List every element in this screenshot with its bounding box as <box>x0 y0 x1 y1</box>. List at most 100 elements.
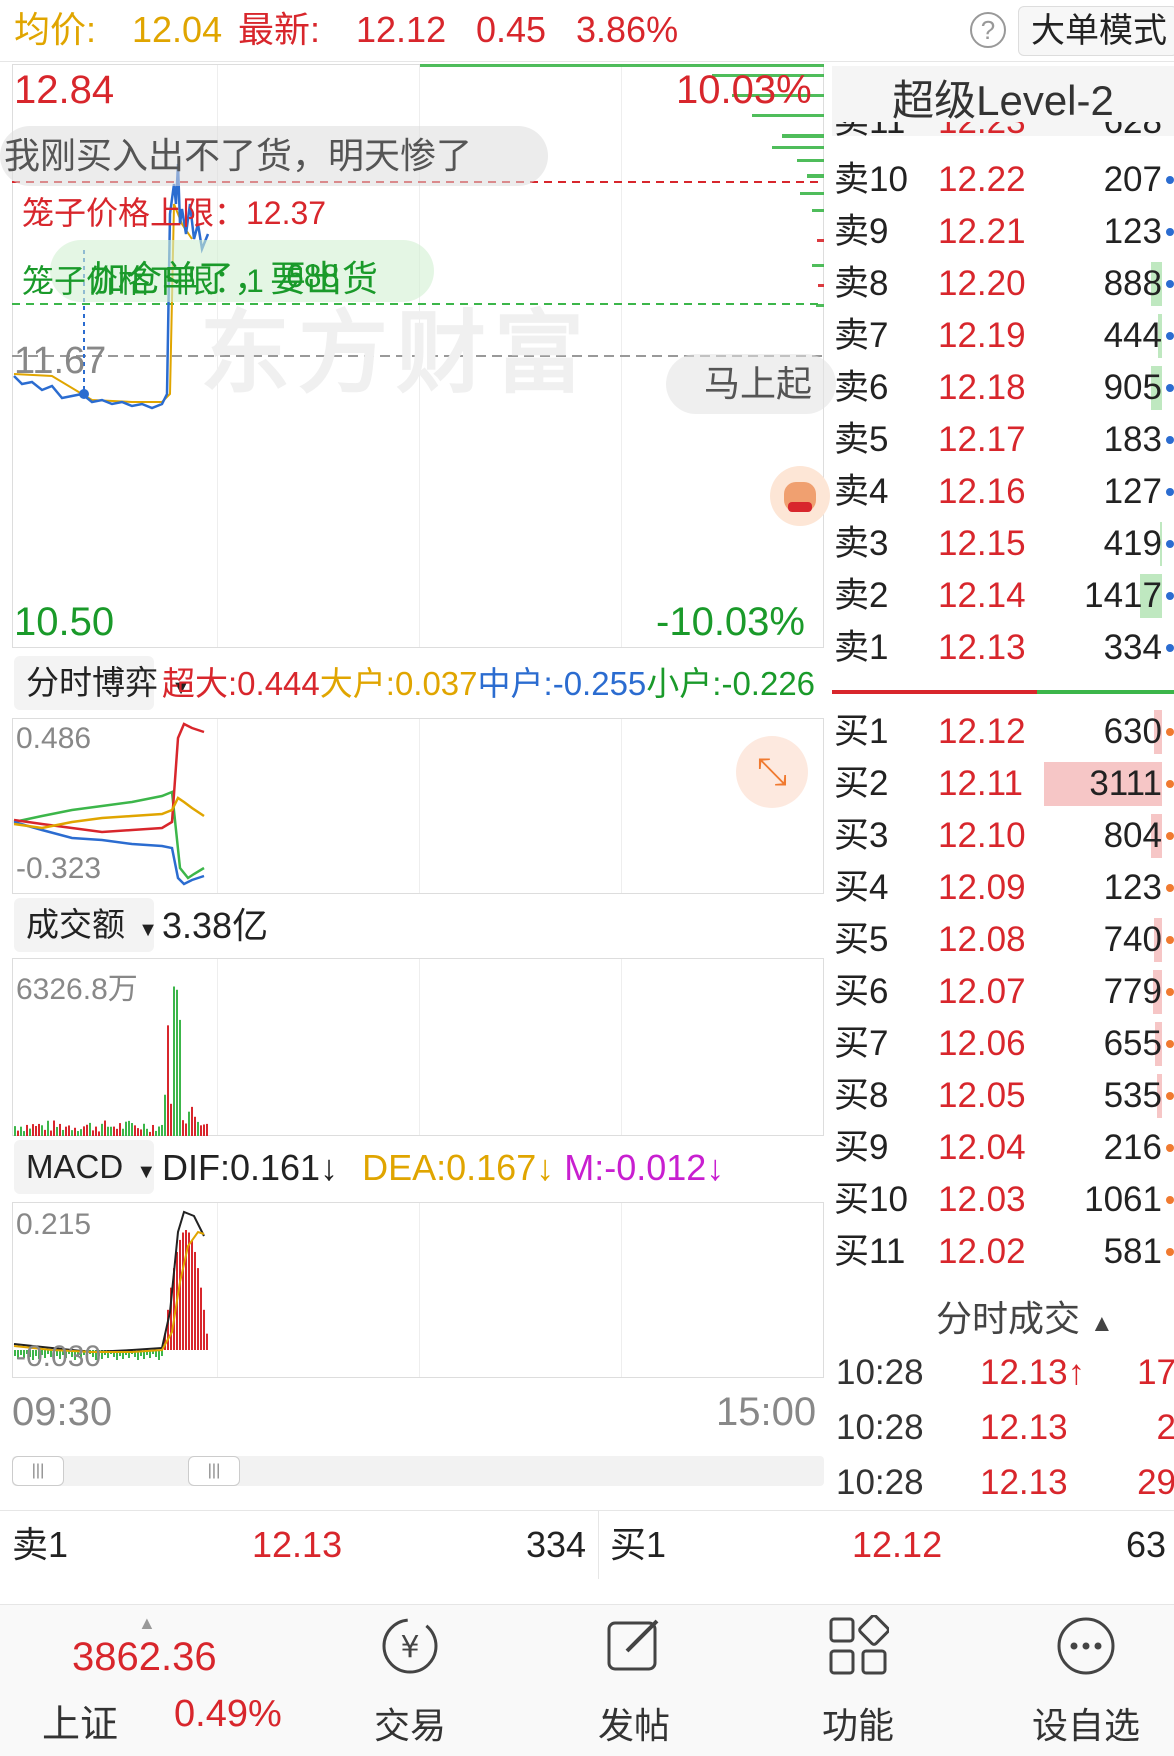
volume-bar <box>47 1120 49 1136</box>
ask-row[interactable]: 卖2 12.14 1417 <box>828 570 1174 622</box>
ask-row[interactable]: 卖7 12.19 444 <box>828 310 1174 362</box>
level-dot <box>1166 1248 1174 1256</box>
volume-bar <box>56 1126 58 1136</box>
volume-bar <box>158 1126 160 1136</box>
chevron-down-icon: ▼ <box>138 919 158 941</box>
level-name: 买7 <box>834 1024 889 1063</box>
bid-row[interactable]: 买7 12.06 655 <box>828 1018 1174 1070</box>
big-order-mode-button[interactable]: 大单模式 <box>1018 6 1174 56</box>
level-name: 买9 <box>834 1128 889 1167</box>
tab-watchlist[interactable]: 设自选 <box>986 1615 1174 1749</box>
ask-row[interactable]: 卖4 12.16 127 <box>828 466 1174 518</box>
bid-row[interactable]: 买3 12.10 804 <box>828 810 1174 862</box>
volume-bar <box>83 1126 85 1136</box>
time-range-slider[interactable]: ||| ||| <box>12 1456 824 1486</box>
down-arrow-icon: ↓ <box>536 1147 555 1188</box>
level-price: 12.09 <box>938 868 1026 907</box>
expand-icon[interactable]: ⤡ <box>736 736 808 808</box>
ask-row[interactable]: 卖3 12.15 419 <box>828 518 1174 570</box>
bid-row[interactable]: 买5 12.08 740 <box>828 914 1174 966</box>
ask-row[interactable]: 卖8 12.20 888 <box>828 258 1174 310</box>
level-volume: 804 <box>1103 816 1162 855</box>
bid-row[interactable]: 买4 12.09 123 <box>828 862 1174 914</box>
volume-bar <box>143 1123 145 1136</box>
tab-post[interactable]: 发帖 <box>534 1615 734 1749</box>
volume-bar <box>89 1122 91 1136</box>
bid-row[interactable]: 买9 12.04 216 <box>828 1122 1174 1174</box>
trades-title[interactable]: 分时成交 ▲ <box>936 1290 1114 1342</box>
slider-handle-right[interactable]: ||| <box>188 1456 240 1486</box>
level-price: 12.16 <box>938 472 1026 511</box>
volume-bar <box>116 1128 118 1136</box>
volume-bar <box>152 1124 154 1136</box>
super-value: 0.444 <box>237 665 320 702</box>
level-volume: 888 <box>1103 264 1162 303</box>
volume-bar <box>167 1025 169 1136</box>
ask-row[interactable]: 卖6 12.18 905 <box>828 362 1174 414</box>
trade-time: 10:28 <box>836 1353 924 1392</box>
level-price: 12.08 <box>938 920 1026 959</box>
level-name: 买8 <box>834 1076 889 1115</box>
mascot-icon[interactable] <box>770 466 830 526</box>
super-label: 超大: <box>162 665 238 702</box>
help-icon[interactable]: ? <box>970 12 1006 48</box>
volume-bar <box>173 986 175 1136</box>
tab-trade[interactable]: ¥ 交易 <box>310 1615 510 1749</box>
ask-row[interactable]: 卖5 12.17 183 <box>828 414 1174 466</box>
macd-ymax: 0.215 <box>16 1208 92 1241</box>
level-name: 买11 <box>834 1232 906 1271</box>
tab-functions[interactable]: 功能 <box>758 1614 958 1749</box>
volume-bar <box>53 1120 55 1136</box>
macd-selector[interactable]: MACD ▼ <box>14 1140 157 1194</box>
slider-handle-left[interactable]: ||| <box>12 1456 64 1486</box>
level-price: 12.13 <box>938 628 1026 667</box>
trade-row: 10:28 12.13↑ 17 <box>836 1346 1174 1400</box>
volume-bar <box>44 1129 46 1136</box>
level-volume: 207 <box>1103 160 1162 199</box>
ask-row[interactable]: 卖1 12.13 334 <box>828 622 1174 674</box>
bid-row[interactable]: 买8 12.05 535 <box>828 1070 1174 1122</box>
bo-selector[interactable]: 分时博弈 ▼ <box>14 656 191 710</box>
trades-title-label: 分时成交 <box>936 1298 1081 1339</box>
level-dot <box>1166 176 1174 184</box>
latest-price-label: 最新: <box>238 9 321 50</box>
index-ticker[interactable]: ▲ 3862.36 上证 0.49% <box>0 1605 320 1756</box>
bid-row[interactable]: 买1 12.12 630 <box>828 706 1174 758</box>
danmaku-comment-1[interactable]: 我刚买入出不了货，明天惨了 <box>0 126 548 186</box>
bid-row[interactable]: 买6 12.07 779 <box>828 966 1174 1018</box>
level-name: 卖4 <box>834 472 889 511</box>
tab-post-label: 发帖 <box>597 1705 670 1746</box>
volume-selector[interactable]: 成交额 ▼ <box>14 898 158 952</box>
bid-row[interactable]: 买10 12.03 1061 <box>828 1174 1174 1226</box>
bo-ymin: -0.323 <box>16 852 102 885</box>
ask-row[interactable]: 卖10 12.22 207 <box>828 154 1174 206</box>
level-name: 买2 <box>834 764 889 803</box>
trade-volume: 29 <box>1137 1463 1174 1502</box>
ask-row-partial[interactable]: 卖11 12.23 628 <box>828 122 1174 150</box>
volume-bar <box>194 1116 196 1136</box>
macd-svg <box>13 1210 208 1360</box>
cage-upper-label: 笼子价格上限：12.37 <box>22 195 327 231</box>
ask-row[interactable]: 卖9 12.21 123 <box>828 206 1174 258</box>
chevron-down-icon: ▼ <box>136 1161 157 1183</box>
level-dot <box>1166 832 1174 840</box>
level-name: 卖1 <box>834 628 889 667</box>
volume-bar <box>62 1129 64 1136</box>
trade-row: 10:28 12.13 29 <box>836 1456 1174 1510</box>
macd-dea: DEA:0.167 <box>362 1147 537 1188</box>
order-book: 卖11 12.23 628 卖10 12.22 207 卖9 12.21 123 卖8 12.… <box>828 62 1174 1502</box>
level-dot <box>1166 1040 1174 1048</box>
volume-bar <box>17 1130 19 1136</box>
bid-row[interactable]: 买2 12.11 3111 <box>828 758 1174 810</box>
volume-bar <box>131 1123 133 1136</box>
macd-bar <box>191 1239 193 1350</box>
level-price: 12.18 <box>938 368 1026 407</box>
trade-price: 12.13↑ <box>980 1353 1086 1392</box>
quote-header: 均价: 12.04 最新: 12.12 0.45 3.86% ? 大单模式 <box>0 0 1174 62</box>
volume-bar <box>122 1128 124 1136</box>
volume-total: 3.38亿 <box>162 905 269 946</box>
danmaku-comment-4[interactable]: 马上起 <box>666 354 836 414</box>
level-dot <box>1166 728 1174 736</box>
bid-row[interactable]: 买11 12.02 581 <box>828 1226 1174 1278</box>
bid-ask-ratio-bar <box>832 690 1174 694</box>
